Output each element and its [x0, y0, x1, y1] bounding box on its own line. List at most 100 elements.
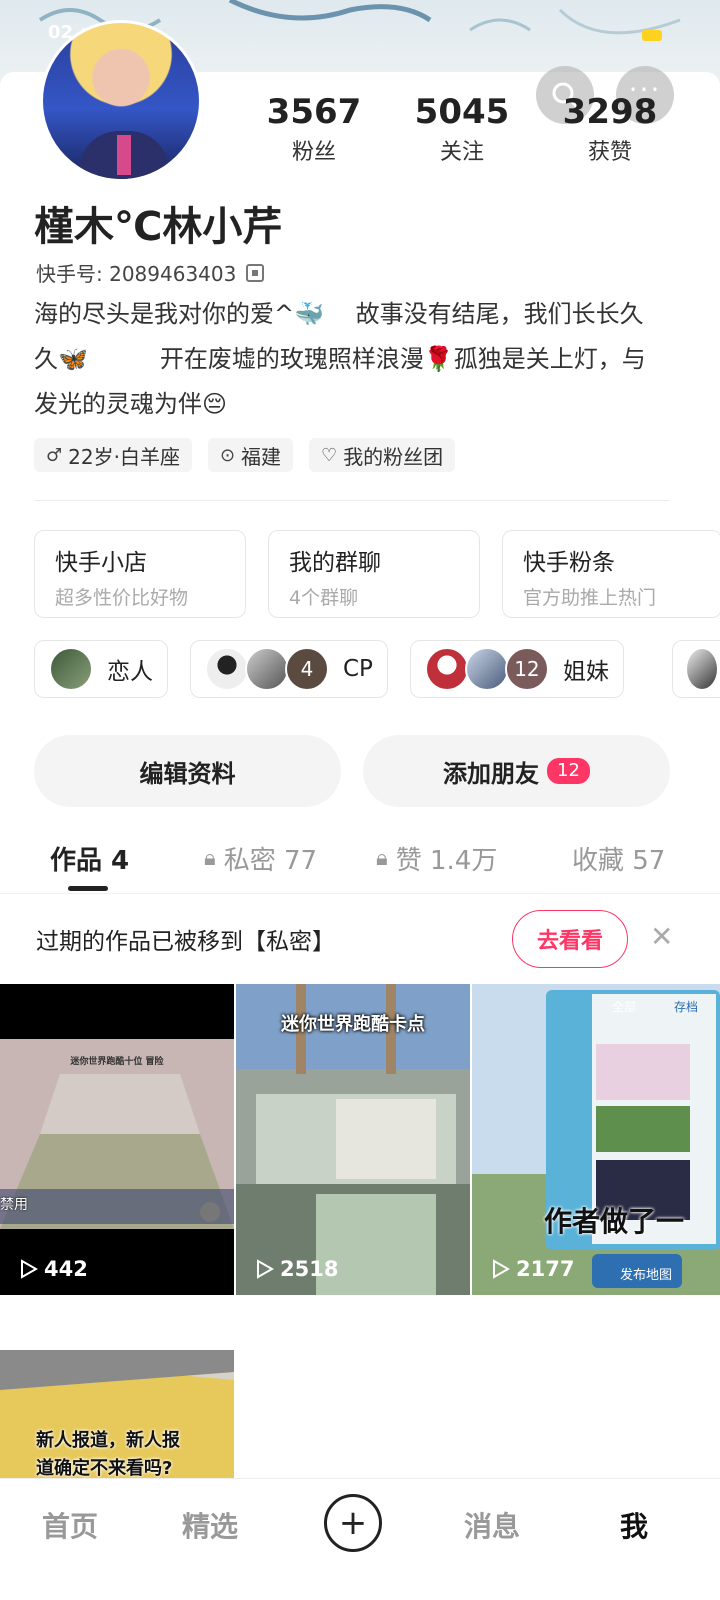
tag-label: 22岁·白羊座 [68, 444, 180, 469]
video-button-label: 发布地图 [620, 1268, 673, 1283]
tab-private[interactable]: 🔒︎ 私密 77 [204, 830, 317, 886]
stat-followers[interactable]: 3567 粉丝 [240, 92, 388, 166]
stat-label: 获赞 [587, 140, 632, 165]
play-count-value: 2518 [280, 1257, 339, 1281]
relation-avatar [205, 647, 249, 691]
play-count: 442 [20, 1257, 88, 1281]
qr-code-icon[interactable] [246, 263, 265, 282]
tag-label: 我的粉丝团 [343, 444, 444, 469]
profile-tags: ♂ 22岁·白羊座 ⊙ 福建 ♡ 我的粉丝团 [34, 438, 456, 472]
relation-sisters[interactable]: 12 姐妹 [409, 640, 624, 698]
bio-line: 海的尽头是我对你的爱^🐳 故事没有结尾，我们长长久 [34, 300, 644, 328]
tag-fan-club[interactable]: ♡ 我的粉丝团 [309, 438, 456, 472]
lock-icon: 🔒︎ [204, 845, 216, 871]
profile-actions: 编辑资料 添加朋友 12 [34, 735, 670, 807]
play-icon [257, 1259, 274, 1279]
tag-age[interactable]: ♂ 22岁·白羊座 [34, 438, 192, 472]
profile-name: 槿木℃林小芹 [34, 204, 283, 250]
play-count: 2518 [256, 1257, 338, 1281]
relationship-row: 恋人 4 CP 12 姐妹 [34, 640, 624, 698]
create-button[interactable]: + [324, 1494, 382, 1552]
video-thumbnail[interactable]: 迷你世界跑酷卡点 2518 [236, 984, 470, 1295]
video-caption: 迷你世界跑酷十位 冒险 [70, 1057, 164, 1067]
tab-label: 赞 1.4万 [395, 845, 498, 876]
play-icon [493, 1259, 510, 1279]
relation-more[interactable] [672, 640, 720, 698]
bio-line: 久🦋 开在废墟的玫瑰照样浪漫🌹孤独是关上灯，与 [34, 345, 646, 373]
tab-messages[interactable]: 消息 [464, 1505, 520, 1545]
card-title: 我的群聊 [289, 550, 381, 576]
relation-label: 恋人 [107, 659, 153, 685]
content-tabs: 作品 4 🔒︎ 私密 77 🔒︎ 赞 1.4万 收藏 57 [0, 830, 720, 894]
relation-avatar-count: 12 [504, 647, 549, 691]
relation-avatar [685, 647, 719, 691]
relation-avatar-count: 4 [285, 647, 329, 691]
tab-works[interactable]: 作品 4 [50, 830, 129, 886]
stat-likes[interactable]: 3298 获赞 [536, 92, 684, 166]
lock-icon: 🔒︎ [376, 845, 388, 871]
stat-label: 关注 [439, 140, 484, 165]
relation-avatar [245, 647, 289, 691]
tag-label: 福建 [241, 444, 282, 469]
card-promotion[interactable]: 快手粉条 官方助推上热门 [502, 530, 720, 618]
relation-label: 姐妹 [562, 659, 609, 685]
notice-text: 过期的作品已被移到【私密】 [36, 929, 335, 955]
tab-label: 私密 77 [223, 845, 318, 876]
tab-label: 收藏 57 [572, 845, 666, 876]
button-label: 编辑资料 [139, 759, 236, 788]
video-thumbnail[interactable]: 迷你世界跑酷十位 冒险 禁用 442 [0, 984, 234, 1295]
relation-lover[interactable]: 恋人 [34, 640, 168, 698]
video-caption: 迷你世界跑酷卡点 [281, 1014, 425, 1035]
go-see-button[interactable]: 去看看 [512, 910, 628, 968]
relation-label: CP [343, 656, 373, 682]
friend-request-badge: 12 [547, 758, 590, 784]
stat-label: 粉丝 [291, 140, 336, 165]
relation-cp[interactable]: 4 CP [190, 640, 388, 698]
stats-row: 3567 粉丝 5045 关注 3298 获赞 [240, 92, 684, 166]
avatar-tie [117, 135, 131, 175]
play-icon [21, 1259, 38, 1279]
kuaishou-id[interactable]: 快手号: 2089463403 [36, 258, 265, 287]
tab-featured[interactable]: 精选 [182, 1505, 238, 1545]
tab-favorites[interactable]: 收藏 57 [572, 830, 665, 886]
tab-home[interactable]: 首页 [42, 1505, 98, 1545]
video-3-scene [472, 984, 720, 1295]
tag-location[interactable]: ⊙ 福建 [207, 438, 294, 472]
edit-profile-button[interactable]: 编辑资料 [34, 735, 341, 807]
video-tab-label: 全部 [612, 1000, 637, 1014]
video-tab-label: 存档 [674, 1000, 699, 1014]
card-subtitle: 4个群聊 [289, 587, 359, 609]
stat-value: 3298 [562, 92, 658, 132]
video-overlay-text: 禁用 [0, 1197, 28, 1213]
add-friend-button[interactable]: 添加朋友 12 [363, 735, 670, 807]
expired-notice: 过期的作品已被移到【私密】 去看看 ✕ [0, 896, 720, 984]
card-group-chat[interactable]: 我的群聊 4个群聊 [268, 530, 480, 618]
gender-icon: ♂ [46, 444, 63, 466]
relation-avatar [49, 647, 93, 691]
profile-bio: 海的尽头是我对你的爱^🐳 故事没有结尾，我们长长久 久🦋 开在废墟的玫瑰照样浪漫… [34, 292, 682, 427]
divider [34, 500, 670, 501]
close-icon[interactable]: ✕ [650, 920, 673, 953]
card-subtitle: 超多性价比好物 [55, 587, 189, 609]
card-title: 快手粉条 [523, 550, 615, 576]
tab-liked[interactable]: 🔒︎ 赞 1.4万 [376, 830, 497, 886]
video-thumbnail[interactable]: 全部 存档 作者做了一 发布地图 2177 [472, 984, 720, 1295]
relation-avatar [464, 647, 509, 691]
battery-icon [642, 30, 662, 41]
card-shop[interactable]: 快手小店 超多性价比好物 [34, 530, 246, 618]
card-title: 快手小店 [55, 550, 147, 576]
play-count-value: 2177 [516, 1257, 575, 1281]
play-count: 2177 [492, 1257, 574, 1281]
video-thumbnail[interactable]: 新人报道，新人报 道确定不来看吗? [0, 1350, 234, 1478]
heart-icon: ♡ [321, 444, 338, 466]
active-tab-indicator [68, 886, 108, 891]
avatar[interactable] [40, 20, 202, 182]
play-count-value: 442 [44, 1257, 88, 1281]
video-caption: 道确定不来看吗? [36, 1458, 173, 1478]
video-caption: 新人报道，新人报 [36, 1430, 180, 1451]
stat-following[interactable]: 5045 关注 [388, 92, 536, 166]
tab-me[interactable]: 我 [620, 1505, 648, 1545]
bio-line: 发光的灵魂为伴😔 [34, 390, 228, 418]
kuaishou-id-text: 快手号: 2089463403 [36, 262, 237, 286]
video-caption: 作者做了一 [544, 1205, 685, 1238]
